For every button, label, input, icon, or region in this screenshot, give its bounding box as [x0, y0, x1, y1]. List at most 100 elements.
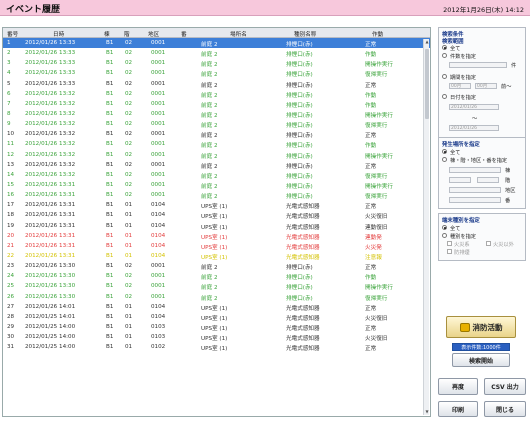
row-area: 0001 — [151, 293, 166, 300]
table-row[interactable]: 25 2012/01/26 13:30 B1 02 0001 前庭 2 排煙口(赤) 開操作実… — [3, 281, 430, 291]
terminal-nonfire-checkbox[interactable] — [486, 241, 491, 246]
range-date-radio[interactable] — [442, 94, 447, 99]
floor-select-2[interactable] — [477, 177, 499, 183]
scroll-down-icon[interactable]: ▼ — [424, 409, 430, 415]
table-row[interactable]: 2 2012/01/26 13:33 B1 02 0001 前庭 2 排煙口(赤) 作動 — [3, 48, 430, 58]
row-floor: 02 — [125, 50, 133, 57]
header-area[interactable]: 地区 — [148, 30, 159, 38]
row-building: B1 — [106, 222, 114, 229]
terminal-all-radio[interactable] — [442, 225, 447, 230]
row-place: 前庭 2 — [201, 183, 218, 190]
row-datetime: 2012/01/26 13:30 — [25, 293, 76, 300]
table-row[interactable]: 1 2012/01/26 13:33 B1 02 0001 前庭 2 排煙口(赤) 正常 — [3, 38, 430, 49]
row-action: 復帰実行 — [365, 295, 388, 302]
place-spec-radio[interactable] — [442, 157, 447, 162]
table-row[interactable]: 28 2012/01/25 14:01 B1 01 0104 UPS室 (1) 光電式感知器… — [3, 312, 430, 322]
csv-output-button[interactable]: CSV 出力 — [484, 378, 526, 395]
table-row[interactable]: 11 2012/01/26 13:32 B1 02 0001 前庭 2 排煙口(赤) 作動 — [3, 139, 430, 149]
table-row[interactable]: 14 2012/01/26 13:32 B1 02 0001 前庭 2 排煙口(赤) 復帰実行 — [3, 170, 430, 180]
header-no[interactable]: 番号 — [7, 30, 18, 38]
table-row[interactable]: 13 2012/01/26 13:32 B1 02 0001 前庭 2 排煙口(赤) 正常 — [3, 160, 430, 170]
table-row[interactable]: 7 2012/01/26 13:32 B1 02 0001 前庭 2 排煙口(赤) 作動 — [3, 99, 430, 109]
print-button[interactable]: 印刷 — [438, 401, 478, 417]
row-building: B1 — [106, 131, 114, 138]
table-row[interactable]: 9 2012/01/26 13:32 B1 02 0001 前庭 2 排煙口(赤) 復帰実行 — [3, 119, 430, 129]
place-all-radio[interactable] — [442, 149, 447, 154]
redisplay-button[interactable]: 再度 — [438, 378, 478, 395]
row-action: 開操作実行 — [365, 153, 393, 160]
row-floor: 01 — [125, 303, 133, 310]
date-to-input[interactable]: 2012/01/26 — [449, 125, 499, 131]
table-row[interactable]: 10 2012/01/26 13:32 B1 02 0001 前庭 2 排煙口(赤) 正常 — [3, 129, 430, 139]
table-row[interactable]: 6 2012/01/26 13:32 B1 02 0001 前庭 2 排煙口(赤) 作動 — [3, 89, 430, 99]
period-to-select[interactable]: 00月 — [475, 83, 497, 89]
vertical-scrollbar[interactable]: ▲ ▼ — [423, 39, 429, 415]
header-action[interactable]: 作動 — [372, 30, 383, 38]
date-from-input[interactable]: 2012/01/26 — [449, 104, 499, 110]
row-area: 0001 — [151, 192, 166, 199]
range-period-radio[interactable] — [442, 74, 447, 79]
row-datetime: 2012/01/26 13:33 — [25, 60, 76, 67]
row-type: 排煙口(赤) — [286, 153, 313, 160]
table-row[interactable]: 5 2012/01/26 13:33 B1 02 0001 前庭 2 排煙口(赤) 正常 — [3, 79, 430, 89]
table-row[interactable]: 4 2012/01/26 13:33 B1 02 0001 前庭 2 排煙口(赤) 復帰実行 — [3, 68, 430, 78]
count-input[interactable] — [449, 62, 507, 68]
search-start-button[interactable]: 検索開始 — [452, 353, 510, 367]
row-area: 0102 — [151, 344, 166, 351]
table-row[interactable]: 30 2012/01/25 14:00 B1 01 0103 UPS室 (1) 光電式感知器… — [3, 332, 430, 342]
row-area: 0104 — [151, 232, 166, 239]
row-type: 排煙口(赤) — [286, 82, 313, 89]
row-place: 前庭 2 — [201, 133, 218, 140]
row-building: B1 — [106, 80, 114, 87]
row-datetime: 2012/01/26 13:30 — [25, 263, 76, 270]
row-floor: 01 — [125, 344, 133, 351]
row-place: 前庭 2 — [201, 72, 218, 79]
table-row[interactable]: 31 2012/01/25 14:00 B1 01 0102 UPS室 (1) 光電式感知器… — [3, 342, 430, 352]
period-from-select[interactable]: 00月 — [449, 83, 471, 89]
number-select[interactable] — [449, 197, 501, 203]
row-action: 火災復旧 — [365, 336, 388, 343]
terminal-spec-radio[interactable] — [442, 233, 447, 238]
floor-select[interactable] — [449, 177, 471, 183]
header-number[interactable]: 番 — [181, 30, 187, 38]
table-row[interactable]: 21 2012/01/26 13:31 B1 01 0104 UPS室 (1) 光電式感知器… — [3, 241, 430, 251]
row-type: 排煙口(赤) — [286, 123, 313, 130]
range-all-radio[interactable] — [442, 45, 447, 50]
header-place[interactable]: 場所名 — [230, 30, 247, 38]
table-row[interactable]: 17 2012/01/26 13:31 B1 01 0104 UPS室 (1) 光電式感知器… — [3, 200, 430, 210]
terminal-fire-checkbox[interactable] — [447, 241, 452, 246]
row-type: 光電式感知器 — [286, 234, 320, 241]
row-datetime: 2012/01/25 14:01 — [25, 313, 76, 320]
table-row[interactable]: 27 2012/01/26 14:01 B1 01 0104 UPS室 (1) 光電式感知器… — [3, 302, 430, 312]
building-select[interactable] — [449, 167, 501, 173]
table-row[interactable]: 29 2012/01/25 14:00 B1 01 0103 UPS室 (1) 光電式感知器… — [3, 322, 430, 332]
row-type: 光電式感知器 — [286, 244, 320, 251]
table-row[interactable]: 16 2012/01/26 13:31 B1 02 0001 前庭 2 排煙口(赤) 復帰実行 — [3, 190, 430, 200]
table-row[interactable]: 8 2012/01/26 13:32 B1 02 0001 前庭 2 排煙口(赤) 開操作実行 — [3, 109, 430, 119]
table-row[interactable]: 18 2012/01/26 13:31 B1 01 0104 UPS室 (1) 光電式感知器… — [3, 210, 430, 220]
table-row[interactable]: 22 2012/01/26 13:31 B1 01 0104 UPS室 (1) 光電式感知器… — [3, 251, 430, 261]
table-row[interactable]: 26 2012/01/26 13:30 B1 02 0001 前庭 2 排煙口(赤) 復帰実行 — [3, 292, 430, 302]
range-count-radio[interactable] — [442, 53, 447, 58]
scroll-up-icon[interactable]: ▲ — [424, 39, 430, 45]
row-datetime: 2012/01/26 13:30 — [25, 273, 76, 280]
header-floor[interactable]: 階 — [124, 30, 130, 38]
table-row[interactable]: 24 2012/01/26 13:30 B1 02 0001 前庭 2 排煙口(赤) 作動 — [3, 271, 430, 281]
table-row[interactable]: 20 2012/01/26 13:31 B1 01 0104 UPS室 (1) 光電式感知器… — [3, 231, 430, 241]
scroll-thumb[interactable] — [425, 49, 429, 119]
table-row[interactable]: 3 2012/01/26 13:33 B1 02 0001 前庭 2 排煙口(赤) 開操作実行 — [3, 58, 430, 68]
fire-activity-button[interactable]: 消防活動 — [446, 316, 516, 338]
terminal-smoke-checkbox[interactable] — [447, 249, 452, 254]
header-building[interactable]: 棟 — [104, 30, 110, 38]
table-row[interactable]: 12 2012/01/26 13:32 B1 02 0001 前庭 2 排煙口(赤) 開操作実… — [3, 150, 430, 160]
table-row[interactable]: 19 2012/01/26 13:31 B1 01 0104 UPS室 (1) 光電式感知器… — [3, 221, 430, 231]
close-button[interactable]: 閉じる — [484, 401, 526, 417]
area-select[interactable] — [449, 187, 501, 193]
header-datetime[interactable]: 日時 — [53, 30, 64, 38]
side-panel: 検索条件 検索範囲 全て 件数を指定 件 期間を指定 00月 00月 前～ 日付… — [438, 27, 526, 417]
table-row[interactable]: 15 2012/01/26 13:31 B1 02 0001 前庭 2 排煙口(赤) 開操作実… — [3, 180, 430, 190]
header-type[interactable]: 種別名称 — [294, 30, 316, 38]
table-row[interactable]: 23 2012/01/26 13:30 B1 02 0001 前庭 2 排煙口(赤) 正常 — [3, 261, 430, 271]
row-building: B1 — [106, 344, 114, 351]
row-number: 22 — [7, 252, 15, 259]
